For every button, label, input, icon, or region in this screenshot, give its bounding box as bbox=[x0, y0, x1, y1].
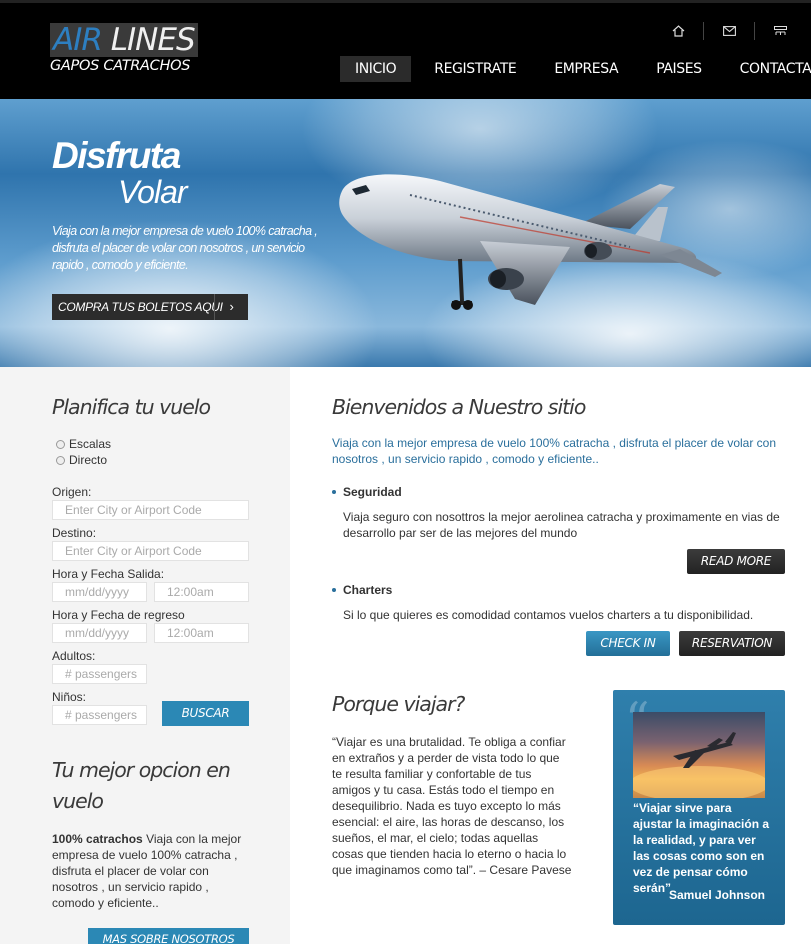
nav-item-paises[interactable]: PAISES bbox=[641, 56, 716, 82]
logo-word-air: AIR bbox=[53, 22, 103, 58]
main-nav: INICIO REGISTRATE EMPRESA PAISES CONTACTANOS bbox=[340, 56, 811, 82]
return-time-input[interactable]: 12:00am bbox=[154, 623, 249, 643]
radio-icon bbox=[56, 455, 65, 465]
flight-planner-sidebar: Planifica tu vuelo Escalas Directo Orige… bbox=[0, 367, 290, 944]
more-about-us-button[interactable]: MAS SOBRE NOSOTROS bbox=[88, 928, 249, 944]
page: AIR LINES GAPOS CATRACHOS INICIO REGISTRA… bbox=[0, 0, 811, 944]
about-title: Tu mejor opcion en vuelo bbox=[52, 758, 231, 813]
departure-time-input[interactable]: 12:00am bbox=[154, 582, 249, 602]
feature-text: Si lo que quieres es comodidad contamos … bbox=[343, 608, 754, 622]
mail-icon[interactable] bbox=[718, 21, 740, 41]
radio-icon bbox=[56, 439, 65, 449]
about-highlight: 100% catrachos bbox=[52, 832, 143, 846]
feature-seguridad: Seguridad bbox=[332, 485, 402, 499]
welcome-title: Bienvenidos a Nuestro sitio bbox=[332, 395, 586, 419]
feature-charters: Charters bbox=[332, 583, 392, 597]
hero-title: Disfruta bbox=[52, 135, 181, 176]
nav-item-registrate[interactable]: REGISTRATE bbox=[419, 56, 531, 82]
destination-input[interactable]: Enter City or Airport Code bbox=[52, 541, 249, 561]
departure-date-input[interactable]: mm/dd/yyyy bbox=[52, 582, 147, 602]
destination-label: Destino: bbox=[52, 526, 97, 540]
sunset-airplane-image bbox=[633, 712, 765, 798]
bullet-icon bbox=[332, 490, 336, 494]
logo[interactable]: AIR LINES GAPOS CATRACHOS bbox=[50, 23, 198, 74]
radio-label: Directo bbox=[69, 453, 108, 467]
feature-title: Seguridad bbox=[343, 485, 402, 499]
airplane-image bbox=[339, 174, 722, 310]
nav-item-inicio[interactable]: INICIO bbox=[340, 56, 412, 82]
return-label: Hora y Fecha de regreso bbox=[52, 608, 185, 622]
chevron-right-icon: › bbox=[214, 294, 248, 320]
top-icon-bar bbox=[653, 21, 791, 41]
welcome-intro: Viaja con la mejor empresa de vuelo 100%… bbox=[332, 436, 777, 466]
children-label: Niños: bbox=[52, 690, 87, 704]
site-header: AIR LINES GAPOS CATRACHOS INICIO REGISTRA… bbox=[0, 0, 811, 99]
check-in-button[interactable]: CHECK IN bbox=[586, 631, 670, 656]
reservation-button[interactable]: RESERVATION bbox=[679, 631, 785, 656]
adults-label: Adultos: bbox=[52, 649, 96, 663]
sitemap-icon[interactable] bbox=[769, 21, 791, 41]
why-travel-text: “Viajar es una brutalidad. Te obliga a c… bbox=[332, 735, 572, 877]
hero-banner: Disfruta Volar Viaja con la mejor empres… bbox=[0, 99, 811, 367]
feature-title: Charters bbox=[343, 583, 393, 597]
home-icon[interactable] bbox=[667, 21, 689, 41]
radio-directo[interactable]: Directo bbox=[56, 453, 107, 467]
radio-escalas[interactable]: Escalas bbox=[56, 437, 111, 451]
buy-tickets-label: COMPRA TUS BOLETOS AQUI bbox=[58, 300, 223, 314]
buy-tickets-button[interactable]: COMPRA TUS BOLETOS AQUI › bbox=[52, 294, 248, 320]
origin-label: Origen: bbox=[52, 485, 92, 499]
quote-box: “ “Viajar sirve para ajustar la imaginac… bbox=[613, 690, 785, 925]
feature-text: Viaja seguro con nosottros la mejor aero… bbox=[343, 510, 780, 540]
hero-subtitle: Volar bbox=[118, 174, 188, 210]
quote-text: “Viajar sirve para ajustar la imaginació… bbox=[633, 801, 770, 895]
children-input[interactable]: # passengers bbox=[52, 705, 147, 725]
search-button[interactable]: BUSCAR bbox=[162, 701, 249, 726]
origin-input[interactable]: Enter City or Airport Code bbox=[52, 500, 249, 520]
departure-label: Hora y Fecha Salida: bbox=[52, 567, 165, 581]
planner-title: Planifica tu vuelo bbox=[52, 395, 211, 419]
why-travel-title: Porque viajar? bbox=[332, 692, 465, 716]
return-date-input[interactable]: mm/dd/yyyy bbox=[52, 623, 147, 643]
nav-item-contactanos[interactable]: CONTACTANOS bbox=[725, 56, 811, 82]
hero-description: Viaja con la mejor empresa de vuelo 100%… bbox=[52, 224, 318, 272]
logo-word-lines: LINES bbox=[110, 22, 196, 58]
read-more-button[interactable]: READ MORE bbox=[687, 549, 785, 574]
logo-subtitle: GAPOS CATRACHOS bbox=[50, 58, 191, 74]
divider bbox=[703, 22, 704, 40]
quote-author: Samuel Johnson bbox=[668, 888, 765, 902]
about-text: 100% catrachos Viaja con la mejor empres… bbox=[52, 831, 252, 911]
divider bbox=[754, 22, 755, 40]
bullet-icon bbox=[332, 588, 336, 592]
nav-item-empresa[interactable]: EMPRESA bbox=[539, 56, 633, 82]
adults-input[interactable]: # passengers bbox=[52, 664, 147, 684]
radio-label: Escalas bbox=[69, 437, 112, 451]
